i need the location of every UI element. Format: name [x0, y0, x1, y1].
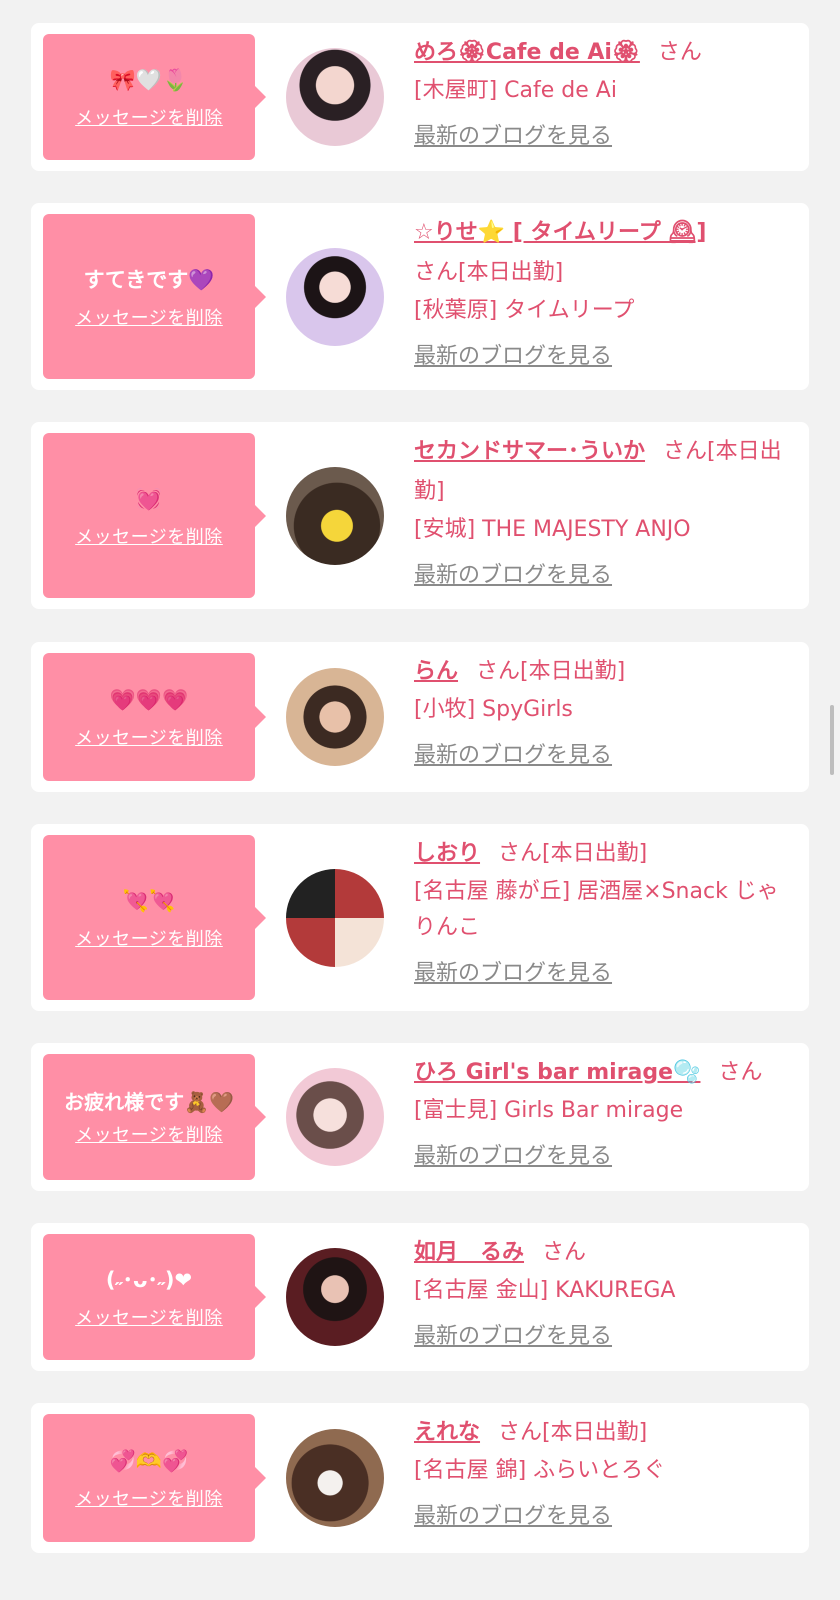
sender-suffix: さん[本日出勤]	[414, 260, 564, 285]
latest-blog-link[interactable]: 最新のブログを見る	[414, 954, 612, 994]
message-text: 💘💘	[122, 888, 176, 913]
shop-name: [富士見] Girls Bar mirage	[414, 1098, 684, 1123]
latest-blog-link[interactable]: 最新のブログを見る	[414, 556, 612, 596]
shop-name: [木屋町] Cafe de Ai	[414, 78, 617, 103]
delete-message-link[interactable]: メッセージを削除	[75, 1121, 223, 1147]
avatar[interactable]	[286, 1429, 384, 1527]
sender-name-link[interactable]: セカンドサマー･ういか	[414, 439, 645, 464]
sender-suffix: さん[本日出勤]	[498, 841, 648, 866]
message-bubble: すてきです💜 メッセージを削除	[43, 214, 266, 379]
message-text: すてきです💜	[83, 267, 215, 292]
message-bubble: 💘💘 メッセージを削除	[43, 835, 266, 1000]
message-bubble: (˶･ᴗ･˶)❤ メッセージを削除	[43, 1234, 266, 1360]
message-bubble: 💓 メッセージを削除	[43, 433, 266, 598]
delete-message-link[interactable]: メッセージを削除	[75, 1485, 223, 1511]
sender-info: えれな さん[本日出勤] [名古屋 錦] ふらいとろぐ 最新のブログを見る	[414, 1413, 794, 1537]
delete-message-link[interactable]: メッセージを削除	[75, 925, 223, 951]
avatar[interactable]	[286, 48, 384, 146]
shop-name: [名古屋 錦] ふらいとろぐ	[414, 1458, 666, 1483]
message-card: (˶･ᴗ･˶)❤ メッセージを削除 如月 るみ さん [名古屋 金山] KAKUR…	[31, 1223, 809, 1371]
delete-message-link[interactable]: メッセージを削除	[75, 304, 223, 330]
message-card: 💞🫶💞 メッセージを削除 えれな さん[本日出勤] [名古屋 錦] ふらいとろぐ …	[31, 1403, 809, 1553]
sender-name-link[interactable]: ☆りせ⭐ [ タイムリープ 🕰]	[414, 220, 706, 245]
sender-name-link[interactable]: しおり	[414, 841, 480, 866]
message-bubble: 💞🫶💞 メッセージを削除	[43, 1414, 266, 1542]
sender-suffix: さん	[657, 40, 702, 65]
sender-info: らん さん[本日出勤] [小牧] SpyGirls 最新のブログを見る	[414, 652, 794, 776]
shop-name: [名古屋 金山] KAKUREGA	[414, 1278, 676, 1303]
avatar[interactable]	[286, 668, 384, 766]
delete-message-link[interactable]: メッセージを削除	[75, 724, 223, 750]
sender-info: しおり さん[本日出勤] [名古屋 藤が丘] 居酒屋×Snack じゃりんこ 最新…	[414, 834, 794, 994]
sender-suffix: さん	[718, 1060, 763, 1085]
sender-info: ☆りせ⭐ [ タイムリープ 🕰] さん[本日出勤] [秋葉原] タイムリープ 最…	[414, 213, 794, 377]
message-bubble: 💗💗💗 メッセージを削除	[43, 653, 266, 781]
shop-name: [小牧] SpyGirls	[414, 697, 573, 722]
sender-info: セカンドサマー･ういか さん[本日出勤] [安城] THE MAJESTY ANJ…	[414, 432, 794, 596]
sender-info: めろ🏵Cafe de Ai🏵 さん [木屋町] Cafe de Ai 最新のブログ…	[414, 33, 794, 157]
avatar[interactable]	[286, 869, 384, 967]
message-text: (˶･ᴗ･˶)❤	[105, 1268, 193, 1292]
latest-blog-link[interactable]: 最新のブログを見る	[414, 736, 612, 776]
latest-blog-link[interactable]: 最新のブログを見る	[414, 337, 612, 377]
sender-info: ひろ Girl's bar mirage🫧 さん [富士見] Girls Bar …	[414, 1053, 794, 1177]
message-card: 💓 メッセージを削除 セカンドサマー･ういか さん[本日出勤] [安城] THE …	[31, 422, 809, 609]
shop-name: [秋葉原] タイムリープ	[414, 298, 635, 323]
message-bubble: 🎀🤍🌷 メッセージを削除	[43, 34, 266, 160]
message-text: 💗💗💗	[109, 688, 189, 712]
message-text: 💓	[135, 486, 163, 511]
sender-suffix: さん[本日出勤]	[498, 1420, 648, 1445]
latest-blog-link[interactable]: 最新のブログを見る	[414, 117, 612, 157]
sender-name-link[interactable]: らん	[414, 659, 458, 684]
latest-blog-link[interactable]: 最新のブログを見る	[414, 1137, 612, 1177]
scrollbar[interactable]	[830, 705, 834, 775]
sender-suffix: さん	[542, 1240, 587, 1265]
message-card: お疲れ様です🧸🤎 メッセージを削除 ひろ Girl's bar mirage🫧 さ…	[31, 1043, 809, 1191]
sender-name-link[interactable]: 如月 るみ	[414, 1240, 524, 1265]
latest-blog-link[interactable]: 最新のブログを見る	[414, 1497, 612, 1537]
sender-name-link[interactable]: めろ🏵Cafe de Ai🏵	[414, 40, 640, 65]
shop-name: [安城] THE MAJESTY ANJO	[414, 517, 691, 542]
message-text: 🎀🤍🌷	[109, 68, 189, 92]
delete-message-link[interactable]: メッセージを削除	[75, 1304, 223, 1330]
latest-blog-link[interactable]: 最新のブログを見る	[414, 1317, 612, 1357]
sender-name-link[interactable]: えれな	[414, 1420, 480, 1445]
shop-name: [名古屋 藤が丘] 居酒屋×Snack じゃりんこ	[414, 879, 779, 940]
message-card: すてきです💜 メッセージを削除 ☆りせ⭐ [ タイムリープ 🕰] さん[本日出勤…	[31, 203, 809, 390]
message-card: 🎀🤍🌷 メッセージを削除 めろ🏵Cafe de Ai🏵 さん [木屋町] Cafe…	[31, 23, 809, 171]
sender-suffix: さん[本日出勤]	[476, 659, 626, 684]
message-text: 💞🫶💞	[109, 1449, 189, 1473]
message-bubble: お疲れ様です🧸🤎 メッセージを削除	[43, 1054, 266, 1180]
delete-message-link[interactable]: メッセージを削除	[75, 104, 223, 130]
message-text: お疲れ様です🧸🤎	[64, 1090, 234, 1114]
sender-name-link[interactable]: ひろ Girl's bar mirage🫧	[414, 1060, 700, 1085]
message-card: 💗💗💗 メッセージを削除 らん さん[本日出勤] [小牧] SpyGirls 最新…	[31, 642, 809, 792]
avatar[interactable]	[286, 248, 384, 346]
avatar[interactable]	[286, 1068, 384, 1166]
avatar[interactable]	[286, 467, 384, 565]
message-card: 💘💘 メッセージを削除 しおり さん[本日出勤] [名古屋 藤が丘] 居酒屋×Sn…	[31, 824, 809, 1011]
avatar[interactable]	[286, 1248, 384, 1346]
sender-info: 如月 るみ さん [名古屋 金山] KAKUREGA 最新のブログを見る	[414, 1233, 794, 1357]
delete-message-link[interactable]: メッセージを削除	[75, 523, 223, 549]
